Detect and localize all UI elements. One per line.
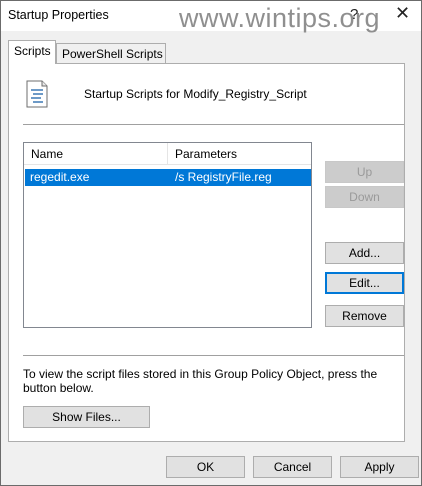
- tab-powershell-scripts-label: PowerShell Scripts: [62, 47, 163, 61]
- tab-scripts-label: Scripts: [14, 44, 51, 58]
- close-icon[interactable]: ✕: [395, 3, 410, 24]
- show-files-button[interactable]: Show Files...: [23, 406, 150, 428]
- startup-properties-dialog: Startup Properties www.wintips.org ? ✕ S…: [0, 0, 422, 486]
- window-title: Startup Properties: [8, 8, 109, 22]
- edit-button[interactable]: Edit...: [325, 272, 404, 294]
- scripts-list[interactable]: Name Parameters regedit.exe /s RegistryF…: [23, 142, 312, 328]
- help-icon[interactable]: ?: [350, 6, 358, 23]
- scripts-header-label: Startup Scripts for Modify_Registry_Scri…: [84, 87, 307, 101]
- scripts-panel: Startup Scripts for Modify_Registry_Scri…: [8, 63, 405, 442]
- list-header: Name Parameters: [24, 143, 311, 165]
- apply-button[interactable]: Apply: [340, 456, 419, 478]
- add-button[interactable]: Add...: [325, 242, 404, 264]
- column-divider[interactable]: [167, 143, 168, 165]
- tab-scripts[interactable]: Scripts: [8, 40, 56, 64]
- list-item-parameters: /s RegistryFile.reg: [175, 170, 272, 184]
- info-text: To view the script files stored in this …: [23, 367, 378, 395]
- up-button[interactable]: Up: [325, 161, 404, 183]
- script-file-icon: [26, 80, 48, 108]
- remove-button[interactable]: Remove: [325, 305, 404, 327]
- ok-button[interactable]: OK: [166, 456, 245, 478]
- separator-bottom: [23, 355, 404, 356]
- list-item[interactable]: regedit.exe /s RegistryFile.reg: [25, 169, 311, 186]
- column-header-parameters[interactable]: Parameters: [175, 147, 237, 161]
- list-item-name: regedit.exe: [30, 170, 90, 184]
- cancel-button[interactable]: Cancel: [253, 456, 332, 478]
- title-bar: Startup Properties www.wintips.org ? ✕: [1, 1, 421, 33]
- down-button[interactable]: Down: [325, 186, 404, 208]
- separator-top: [23, 124, 404, 125]
- tab-powershell-scripts[interactable]: PowerShell Scripts: [56, 43, 166, 65]
- column-header-name[interactable]: Name: [31, 147, 63, 161]
